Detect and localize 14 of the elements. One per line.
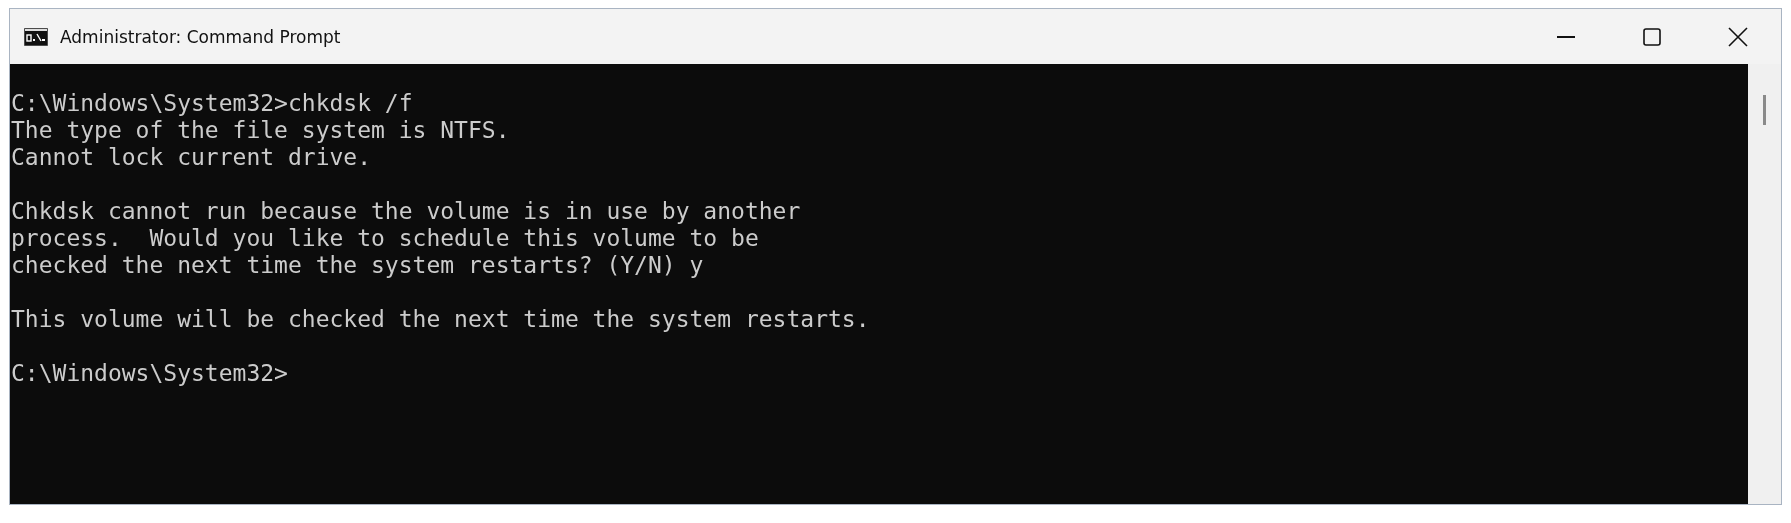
minimize-icon[interactable] xyxy=(1557,35,1575,38)
close-icon[interactable] xyxy=(1728,26,1748,47)
console-line: Chkdsk cannot run because the volume is in use by another xyxy=(11,198,802,225)
console-line: process. Would you like to schedule this volume to be xyxy=(11,225,760,252)
window-title: Administrator: Command Prompt xyxy=(60,26,342,47)
console-line: Cannot lock current drive. xyxy=(11,144,373,171)
console-line: C:\Windows\System32>chkdsk /f xyxy=(11,90,414,117)
console-line: This volume will be checked the next time the system restarts. xyxy=(11,306,871,333)
console-line: checked the next time the system restarts? (Y/N) y xyxy=(11,252,705,279)
console-line: C:\Windows\System32> xyxy=(11,360,289,387)
maximize-icon[interactable] xyxy=(1643,27,1661,46)
console-icon xyxy=(24,27,48,46)
console-line: The type of the file system is NTFS. xyxy=(11,117,511,144)
scroll-thumb[interactable] xyxy=(1763,95,1766,125)
